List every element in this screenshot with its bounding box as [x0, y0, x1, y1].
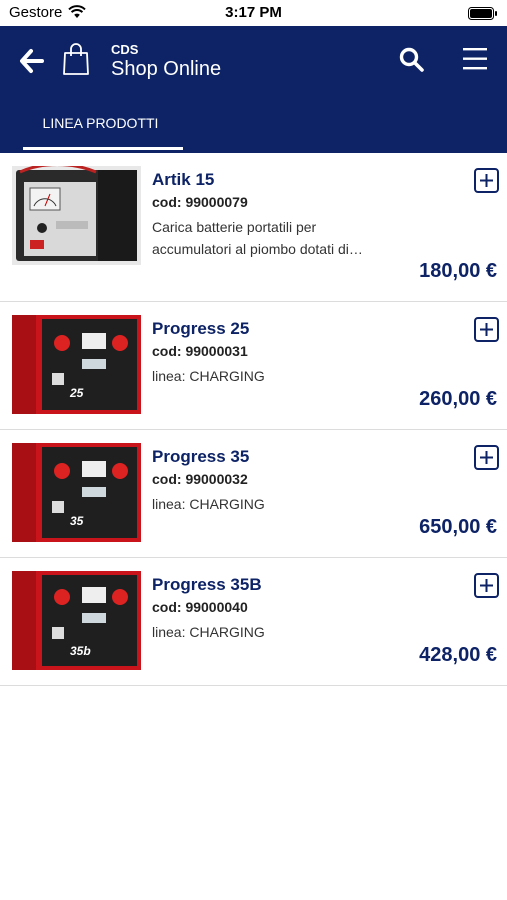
product-description-line: accumulatori al piombo dotati di…	[152, 241, 363, 257]
search-icon[interactable]	[398, 46, 426, 74]
product-code: cod: 99000040	[152, 599, 248, 615]
app-title: Shop Online	[111, 58, 222, 80]
product-image: 35b	[12, 571, 141, 670]
product-description-line: linea: CHARGING	[152, 624, 265, 640]
add-to-cart-icon[interactable]	[474, 317, 499, 342]
list-item[interactable]: 25 Progress 25 cod: 99000031 linea: CHAR…	[0, 302, 507, 430]
app-header: CDS Shop Online LINEA PRODOTTI	[0, 26, 507, 153]
list-item[interactable]: Artik 15 cod: 99000079 Carica batterie p…	[0, 153, 507, 302]
tab-active-indicator	[23, 147, 183, 150]
product-name[interactable]: Progress 25	[152, 319, 249, 339]
add-to-cart-icon[interactable]	[474, 168, 499, 193]
back-arrow-icon[interactable]	[18, 48, 46, 74]
svg-text:35: 35	[70, 514, 84, 528]
product-name[interactable]: Progress 35	[152, 447, 249, 467]
app-subtitle: CDS	[111, 42, 139, 57]
product-price: 260,00 €	[419, 388, 497, 410]
product-price: 428,00 €	[419, 644, 497, 666]
svg-text:25: 25	[69, 386, 84, 400]
add-to-cart-icon[interactable]	[474, 445, 499, 470]
product-image	[12, 166, 141, 265]
add-to-cart-icon[interactable]	[474, 573, 499, 598]
product-price: 180,00 €	[419, 260, 497, 282]
product-description-line: linea: CHARGING	[152, 368, 265, 384]
product-description-line: linea: CHARGING	[152, 496, 265, 512]
product-price: 650,00 €	[419, 516, 497, 538]
product-image: 35	[12, 443, 141, 542]
status-bar: Gestore 3:17 PM	[0, 0, 507, 26]
battery-icon	[468, 7, 497, 20]
product-code: cod: 99000032	[152, 471, 248, 487]
product-list: Artik 15 cod: 99000079 Carica batterie p…	[0, 153, 507, 686]
product-description: Carica batterie portatili per accumulato…	[152, 216, 382, 260]
product-code: cod: 99000031	[152, 343, 248, 359]
list-item[interactable]: 35 Progress 35 cod: 99000032 linea: CHAR…	[0, 430, 507, 558]
clock: 3:17 PM	[225, 4, 282, 21]
product-image: 25	[12, 315, 141, 414]
svg-text:35b: 35b	[70, 644, 91, 658]
hamburger-menu-icon[interactable]	[461, 46, 489, 72]
product-description: linea: CHARGING	[152, 493, 382, 515]
list-item[interactable]: 35b Progress 35B cod: 99000040 linea: CH…	[0, 558, 507, 686]
product-code: cod: 99000079	[152, 194, 248, 210]
product-name[interactable]: Artik 15	[152, 170, 214, 190]
product-description: linea: CHARGING	[152, 621, 382, 643]
tab-label: LINEA PRODOTTI	[42, 115, 159, 131]
shopping-bag-icon	[63, 43, 89, 75]
tab-linea-prodotti[interactable]: LINEA PRODOTTI	[23, 98, 183, 150]
product-description: linea: CHARGING	[152, 365, 382, 387]
product-description-line: Carica batterie portatili per	[152, 219, 317, 235]
product-name[interactable]: Progress 35B	[152, 575, 262, 595]
